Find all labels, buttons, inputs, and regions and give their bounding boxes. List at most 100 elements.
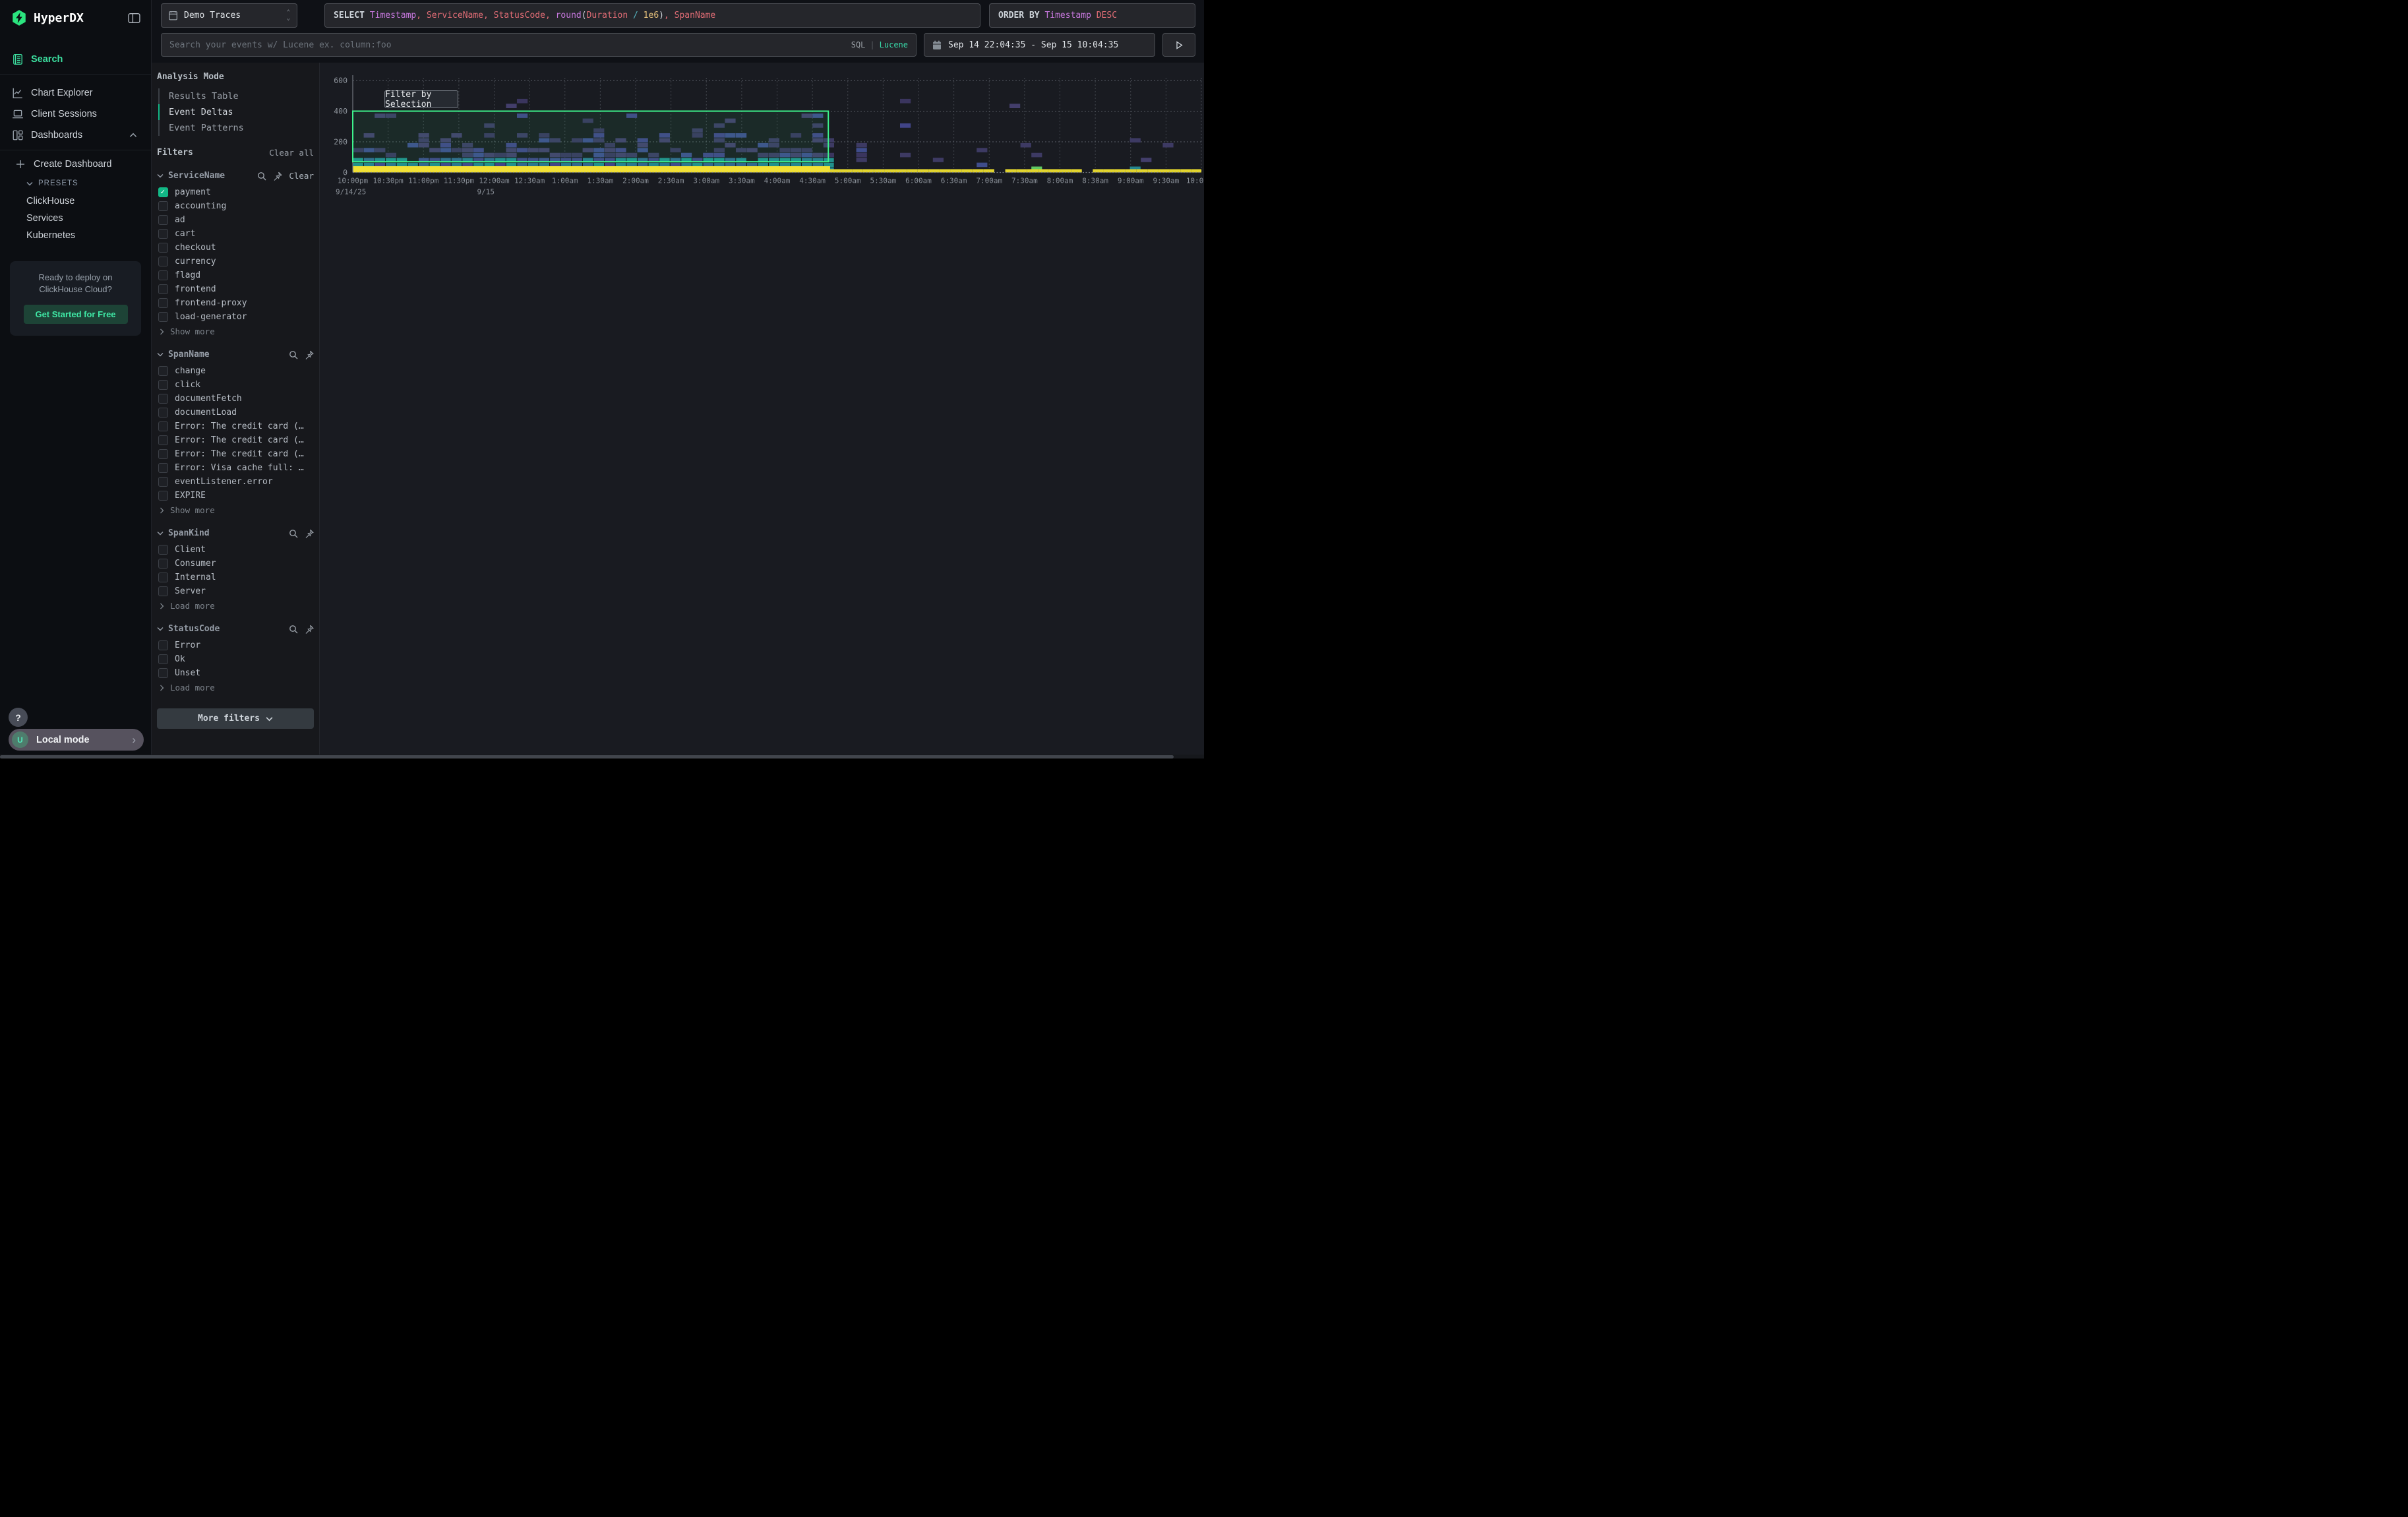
filter-option-internal[interactable]: Internal [157,571,314,584]
sidebar-presets-toggle[interactable]: PRESETS [0,174,151,193]
checkbox[interactable] [158,257,168,266]
show-more-link[interactable]: Show more [157,324,314,336]
analysis-mode-event-deltas[interactable]: Event Deltas [158,104,314,120]
checkbox[interactable] [158,573,168,582]
chevron-down-icon[interactable] [157,531,164,536]
filter-option-click[interactable]: click [157,378,314,392]
filter-option-currency[interactable]: currency [157,255,314,268]
filter-option-documentload[interactable]: documentLoad [157,406,314,419]
load-more-link[interactable]: Load more [157,680,314,693]
sidebar-item-create-dashboard[interactable]: Create Dashboard [0,154,151,174]
filter-option-error-the-credit-card-[interactable]: Error: The credit card (… [157,447,314,461]
sql-mode-toggle[interactable]: SQL [851,40,866,49]
source-select[interactable]: Demo Traces ⌃⌄ [161,3,297,28]
sidebar-preset-clickhouse[interactable]: ClickHouse [0,193,151,210]
filter-option-error-visa-cache-full-[interactable]: Error: Visa cache full: … [157,461,314,475]
checkbox[interactable] [158,394,168,404]
more-filters-button[interactable]: More filters [157,708,314,729]
show-more-link[interactable]: Show more [157,503,314,515]
checkbox[interactable] [158,284,168,294]
filter-option-unset[interactable]: Unset [157,666,314,680]
filter-option-checkout[interactable]: checkout [157,241,314,255]
horizontal-scrollbar[interactable] [0,755,1204,758]
user-menu[interactable]: U Local mode › [9,729,144,751]
chevron-down-icon[interactable] [157,173,164,178]
order-by-input[interactable]: ORDER BY Timestamp DESC [989,3,1195,28]
search-icon[interactable] [289,529,298,538]
checkbox[interactable] [158,215,168,225]
sidebar-item-dashboards[interactable]: Dashboards [0,125,151,146]
checkbox[interactable] [158,229,168,239]
checkbox[interactable] [158,491,168,501]
checkbox[interactable] [158,559,168,569]
analysis-mode-event-patterns[interactable]: Event Patterns [158,120,314,136]
filter-group-name[interactable]: SpanKind [168,528,210,538]
load-more-link[interactable]: Load more [157,598,314,611]
filter-option-error-the-credit-card-[interactable]: Error: The credit card (… [157,419,314,433]
filter-option-eventlistener-error[interactable]: eventListener.error [157,475,314,489]
search-icon[interactable] [289,350,298,359]
checkbox[interactable] [158,668,168,678]
filter-option-frontend-proxy[interactable]: frontend-proxy [157,296,314,310]
sql-select-input[interactable]: SELECT Timestamp, ServiceName, StatusCod… [324,3,980,28]
sidebar-preset-services[interactable]: Services [0,210,151,227]
checkbox[interactable] [158,421,168,431]
checkbox-checked[interactable] [158,187,168,197]
checkbox[interactable] [158,449,168,459]
filter-option-documentfetch[interactable]: documentFetch [157,392,314,406]
filter-option-server[interactable]: Server [157,584,314,598]
checkbox[interactable] [158,463,168,473]
filter-option-accounting[interactable]: accounting [157,199,314,213]
filter-option-error-the-credit-card-[interactable]: Error: The credit card (… [157,433,314,447]
search-icon[interactable] [289,625,298,634]
filter-option-consumer[interactable]: Consumer [157,557,314,571]
filter-option-error[interactable]: Error [157,638,314,652]
checkbox[interactable] [158,435,168,445]
checkbox[interactable] [158,243,168,253]
filter-option-load-generator[interactable]: load-generator [157,310,314,324]
filter-option-change[interactable]: change [157,364,314,378]
checkbox[interactable] [158,270,168,280]
help-button[interactable]: ? [9,708,28,727]
filter-option-ok[interactable]: Ok [157,652,314,666]
checkbox[interactable] [158,586,168,596]
filter-option-expire[interactable]: EXPIRE [157,489,314,503]
checkbox[interactable] [158,654,168,664]
filter-option-ad[interactable]: ad [157,213,314,227]
chevron-down-icon[interactable] [157,352,164,357]
filter-group-name[interactable]: StatusCode [168,624,220,634]
pin-icon[interactable] [305,625,314,634]
filter-by-selection-button[interactable]: Filter by Selection [384,90,458,108]
checkbox[interactable] [158,477,168,487]
sidebar-item-search[interactable]: Search [0,49,151,70]
search-icon[interactable] [257,171,266,181]
checkbox[interactable] [158,640,168,650]
checkbox[interactable] [158,312,168,322]
checkbox[interactable] [158,298,168,308]
checkbox[interactable] [158,201,168,211]
pin-icon[interactable] [305,529,314,538]
duration-heatmap-chart[interactable]: 020040060010:00pm10:30pm11:00pm11:30pm12… [320,63,1204,755]
checkbox[interactable] [158,545,168,555]
run-query-button[interactable] [1162,33,1195,57]
checkbox[interactable] [158,366,168,376]
sidebar-item-client-sessions[interactable]: Client Sessions [0,104,151,125]
pin-icon[interactable] [273,171,282,181]
filter-option-flagd[interactable]: flagd [157,268,314,282]
chevron-down-icon[interactable] [157,627,164,631]
filter-option-cart[interactable]: cart [157,227,314,241]
filter-group-name[interactable]: ServiceName [168,171,225,181]
sidebar-preset-kubernetes[interactable]: Kubernetes [0,227,151,244]
date-range-picker[interactable]: Sep 14 22:04:35 - Sep 15 10:04:35 [924,33,1155,57]
clear-group-filter[interactable]: Clear [289,171,314,181]
analysis-mode-results-table[interactable]: Results Table [158,88,314,104]
filter-option-frontend[interactable]: frontend [157,282,314,296]
checkbox[interactable] [158,408,168,418]
clear-all-filters[interactable]: Clear all [269,148,314,158]
filter-option-client[interactable]: Client [157,543,314,557]
chart-selection-region[interactable] [353,111,828,162]
search-input[interactable]: Search your events w/ Lucene ex. column:… [161,33,917,57]
collapse-sidebar-icon[interactable] [128,13,140,24]
pin-icon[interactable] [305,350,314,359]
scrollbar-thumb[interactable] [0,755,1174,758]
